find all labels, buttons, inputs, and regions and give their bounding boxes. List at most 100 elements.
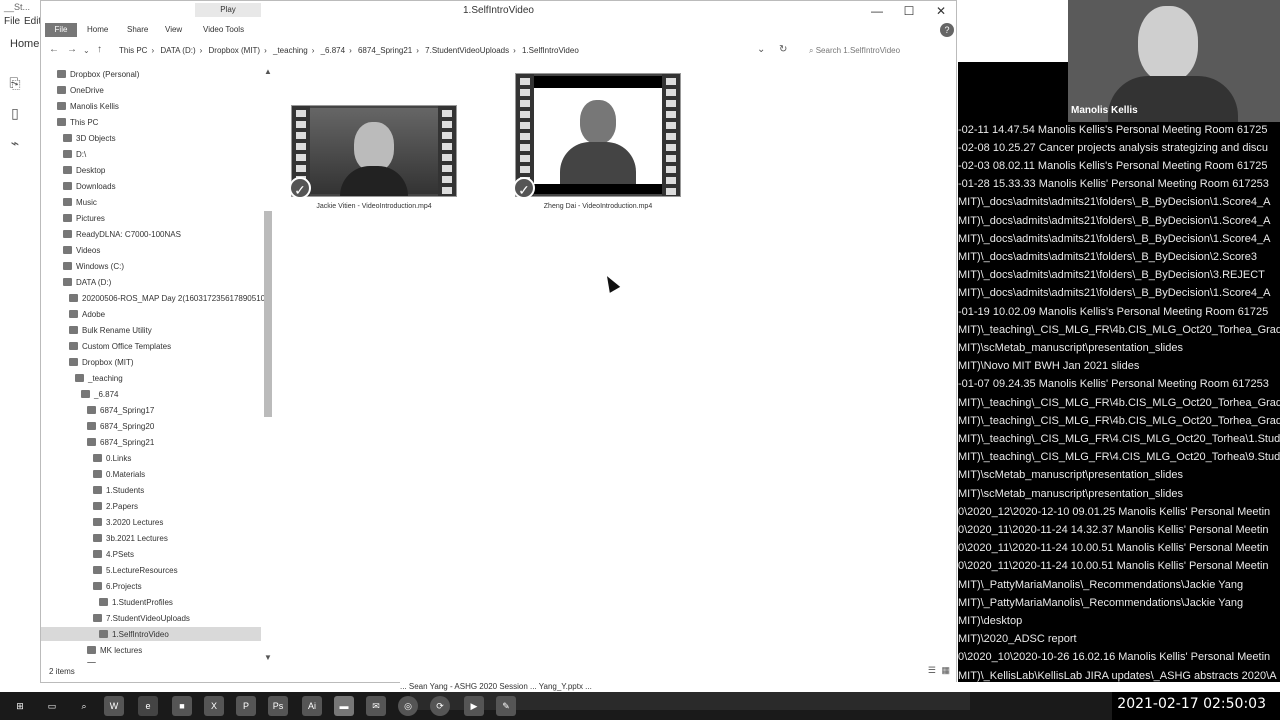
nav-tree-item[interactable]: 0.Links [93, 451, 131, 465]
background-list-line[interactable]: -01-28 15.33.33 Manolis Kellis' Personal… [958, 175, 1269, 193]
nav-tree-item[interactable]: Videos [63, 243, 100, 257]
nav-tree-item[interactable]: 1.Students [93, 483, 144, 497]
nav-tree-item[interactable]: D:\ [63, 147, 86, 161]
nav-tree-item[interactable]: 3.2020 Lectures [93, 515, 163, 529]
nav-tree-item[interactable]: OneDrive [57, 83, 104, 97]
breadcrumb-item[interactable]: 1.SelfIntroVideo [522, 46, 579, 55]
background-list-line[interactable]: -02-08 10.25.27 Cancer projects analysis… [958, 139, 1268, 157]
background-list-line[interactable]: MIT)\desktop [958, 612, 1022, 630]
background-list-line[interactable]: MIT)\scMetab_manuscript\presentation_sli… [958, 339, 1183, 357]
file-item[interactable]: ✓ Zheng Dai - VideoIntroduction.mp4 [513, 73, 695, 223]
background-list-line[interactable]: MIT)\_KellisLab\KellisLab JIRA updates\_… [958, 667, 1277, 682]
sync-icon[interactable]: ⟳ [430, 696, 450, 716]
address-dropdown-icon[interactable]: ⌄ [757, 44, 765, 55]
up-arrow-icon[interactable]: ↑ [97, 44, 102, 55]
background-list-line[interactable]: MIT)\_teaching\_CIS_MLG_FR\4.CIS_MLG_Oct… [958, 448, 1280, 466]
chrome-icon[interactable]: ◎ [398, 696, 418, 716]
checkmark-icon[interactable]: ✓ [513, 177, 535, 199]
search-icon[interactable]: ⌕ [74, 696, 94, 716]
nav-tree-item[interactable]: 0.Materials [93, 467, 145, 481]
background-list-line[interactable]: 0\2020_11\2020-11-24 14.32.37 Manolis Ke… [958, 521, 1269, 539]
scroll-up-arrow-icon[interactable]: ▲ [264, 67, 272, 76]
nav-scrollbar-thumb[interactable] [264, 211, 272, 417]
nav-tree-item[interactable]: 7.StudentVideoUploads [93, 611, 190, 625]
background-list-line[interactable]: MIT)\_teaching\_CIS_MLG_FR\4.CIS_MLG_Oct… [958, 430, 1280, 448]
nav-tree-item[interactable]: Adobe [69, 307, 105, 321]
breadcrumb-item[interactable]: DATA (D:) [160, 46, 195, 55]
background-list-line[interactable]: MIT)\scMetab_manuscript\presentation_sli… [958, 485, 1183, 503]
file-item[interactable]: ✓ Jackie Vitien - VideoIntroduction.mp4 [289, 105, 471, 225]
copy-icon[interactable]: ⎘ [6, 74, 24, 92]
nav-tree-item[interactable]: 3D Objects [63, 131, 116, 145]
background-list-line[interactable]: MIT)\_docs\admits\admits21\folders\_B_By… [958, 230, 1270, 248]
background-list-line[interactable]: MIT)\Novo MIT BWH Jan 2021 slides [958, 357, 1139, 375]
background-list-line[interactable]: 0\2020_11\2020-11-24 10.00.51 Manolis Ke… [958, 539, 1269, 557]
back-arrow-icon[interactable]: ← [49, 44, 59, 55]
breadcrumb-item[interactable]: _6.874 [321, 46, 345, 55]
nav-tree-item[interactable]: 1.StudentProfiles [99, 595, 173, 609]
photoshop-icon[interactable]: Ps [268, 696, 288, 716]
tab-file[interactable]: File [45, 23, 77, 37]
background-list-line[interactable]: 0\2020_10\2020-10-26 16.02.16 Manolis Ke… [958, 648, 1270, 666]
background-home-label[interactable]: Home [10, 38, 39, 50]
file-explorer-icon[interactable]: ▬ [334, 696, 354, 716]
nav-tree-item[interactable]: 2.Papers [93, 499, 138, 513]
edge-icon[interactable]: e [138, 696, 158, 716]
background-menu-file[interactable]: File [4, 16, 20, 27]
refresh-icon[interactable]: ↻ [779, 44, 787, 55]
background-list-line[interactable]: MIT)\_PattyMariaManolis\_Recommendations… [958, 594, 1243, 612]
nav-tree-item[interactable]: Music [63, 195, 97, 209]
nav-tree-item[interactable]: 3b.2021 Lectures [93, 531, 168, 545]
tab-video-tools[interactable]: Video Tools [203, 25, 244, 34]
maximize-icon[interactable]: ☐ [894, 3, 924, 19]
nav-tree-item[interactable]: 1.SelfIntroVideo [41, 627, 261, 641]
nav-tree-item[interactable]: 5.LectureResources [93, 563, 178, 577]
nav-tree-item[interactable]: 6874_Spring20 [87, 419, 154, 433]
help-icon[interactable]: ? [940, 23, 954, 37]
nav-tree-item[interactable]: DATA (D:) [63, 275, 111, 289]
background-list-line[interactable]: MIT)\_teaching\_CIS_MLG_FR\4b.CIS_MLG_Oc… [958, 394, 1280, 412]
nav-tree-item[interactable]: MK lectures [87, 643, 142, 657]
background-list-line[interactable]: 0\2020_11\2020-11-24 10.00.51 Manolis Ke… [958, 557, 1269, 575]
breadcrumb-item[interactable]: 7.StudentVideoUploads [425, 46, 509, 55]
nav-tree-item[interactable]: Windows (C:) [63, 259, 124, 273]
app-icon[interactable]: ■ [172, 696, 192, 716]
nav-tree-item[interactable]: 4.PSets [93, 547, 134, 561]
excel-icon[interactable]: X [204, 696, 224, 716]
tab-view[interactable]: View [165, 25, 182, 34]
nav-tree-item[interactable]: This PC [57, 115, 98, 129]
nav-tree-item[interactable]: Dropbox (MIT) [69, 355, 134, 369]
tab-share[interactable]: Share [127, 25, 148, 34]
background-list-line[interactable]: MIT)\_docs\admits\admits21\folders\_B_By… [958, 248, 1257, 266]
nav-tree-item[interactable]: ReadyDLNA: C7000-100NAS [63, 227, 181, 241]
background-list-line[interactable]: MIT)\_docs\admits\admits21\folders\_B_By… [958, 284, 1270, 302]
word-icon[interactable]: W [104, 696, 124, 716]
background-list-line[interactable]: MIT)\_teaching\_CIS_MLG_FR\4b.CIS_MLG_Oc… [958, 412, 1280, 430]
illustrator-icon[interactable]: Ai [302, 696, 322, 716]
bookmark-icon[interactable]: ▯ [6, 104, 24, 122]
background-list-line[interactable]: MIT)\_docs\admits\admits21\folders\_B_By… [958, 193, 1270, 211]
search-input[interactable]: ⌕ Search 1.SelfIntroVideo [805, 43, 955, 59]
nav-tree-item[interactable]: Custom Office Templates [69, 339, 171, 353]
background-list-line[interactable]: -02-11 14.47.54 Manolis Kellis's Persona… [958, 121, 1267, 139]
breadcrumb-item[interactable]: This PC [119, 46, 147, 55]
task-view-icon[interactable]: ▭ [42, 696, 62, 716]
close-icon[interactable]: ✕ [926, 3, 956, 19]
nav-tree-item[interactable]: 6874_Spring21 [87, 435, 154, 449]
nav-tree-item[interactable]: 6874_Spring17 [87, 403, 154, 417]
background-menu-edit[interactable]: Edit [24, 16, 41, 27]
nav-tree-item[interactable]: Pictures [63, 211, 105, 225]
video-thumbnail[interactable] [291, 105, 457, 197]
background-list-line[interactable]: MIT)\_docs\admits\admits21\folders\_B_By… [958, 212, 1270, 230]
zoom-icon[interactable]: ▶ [464, 696, 484, 716]
background-list-line[interactable]: -01-19 10.02.09 Manolis Kellis's Persona… [958, 303, 1268, 321]
nav-tree-item[interactable]: Downloads [63, 179, 116, 193]
breadcrumb[interactable]: This PC › DATA (D:) › Dropbox (MIT) › _teac… [119, 46, 583, 55]
attachment-icon[interactable]: ⌁ [6, 134, 24, 152]
video-thumbnail[interactable] [515, 73, 681, 197]
powerpoint-icon[interactable]: P [236, 696, 256, 716]
nav-tree-item[interactable]: Bulk Rename Utility [69, 323, 152, 337]
notepad-icon[interactable]: ✎ [496, 696, 516, 716]
details-view-icon[interactable]: ☰ [928, 665, 936, 676]
background-list-line[interactable]: 0\2020_12\2020-12-10 09.01.25 Manolis Ke… [958, 503, 1270, 521]
